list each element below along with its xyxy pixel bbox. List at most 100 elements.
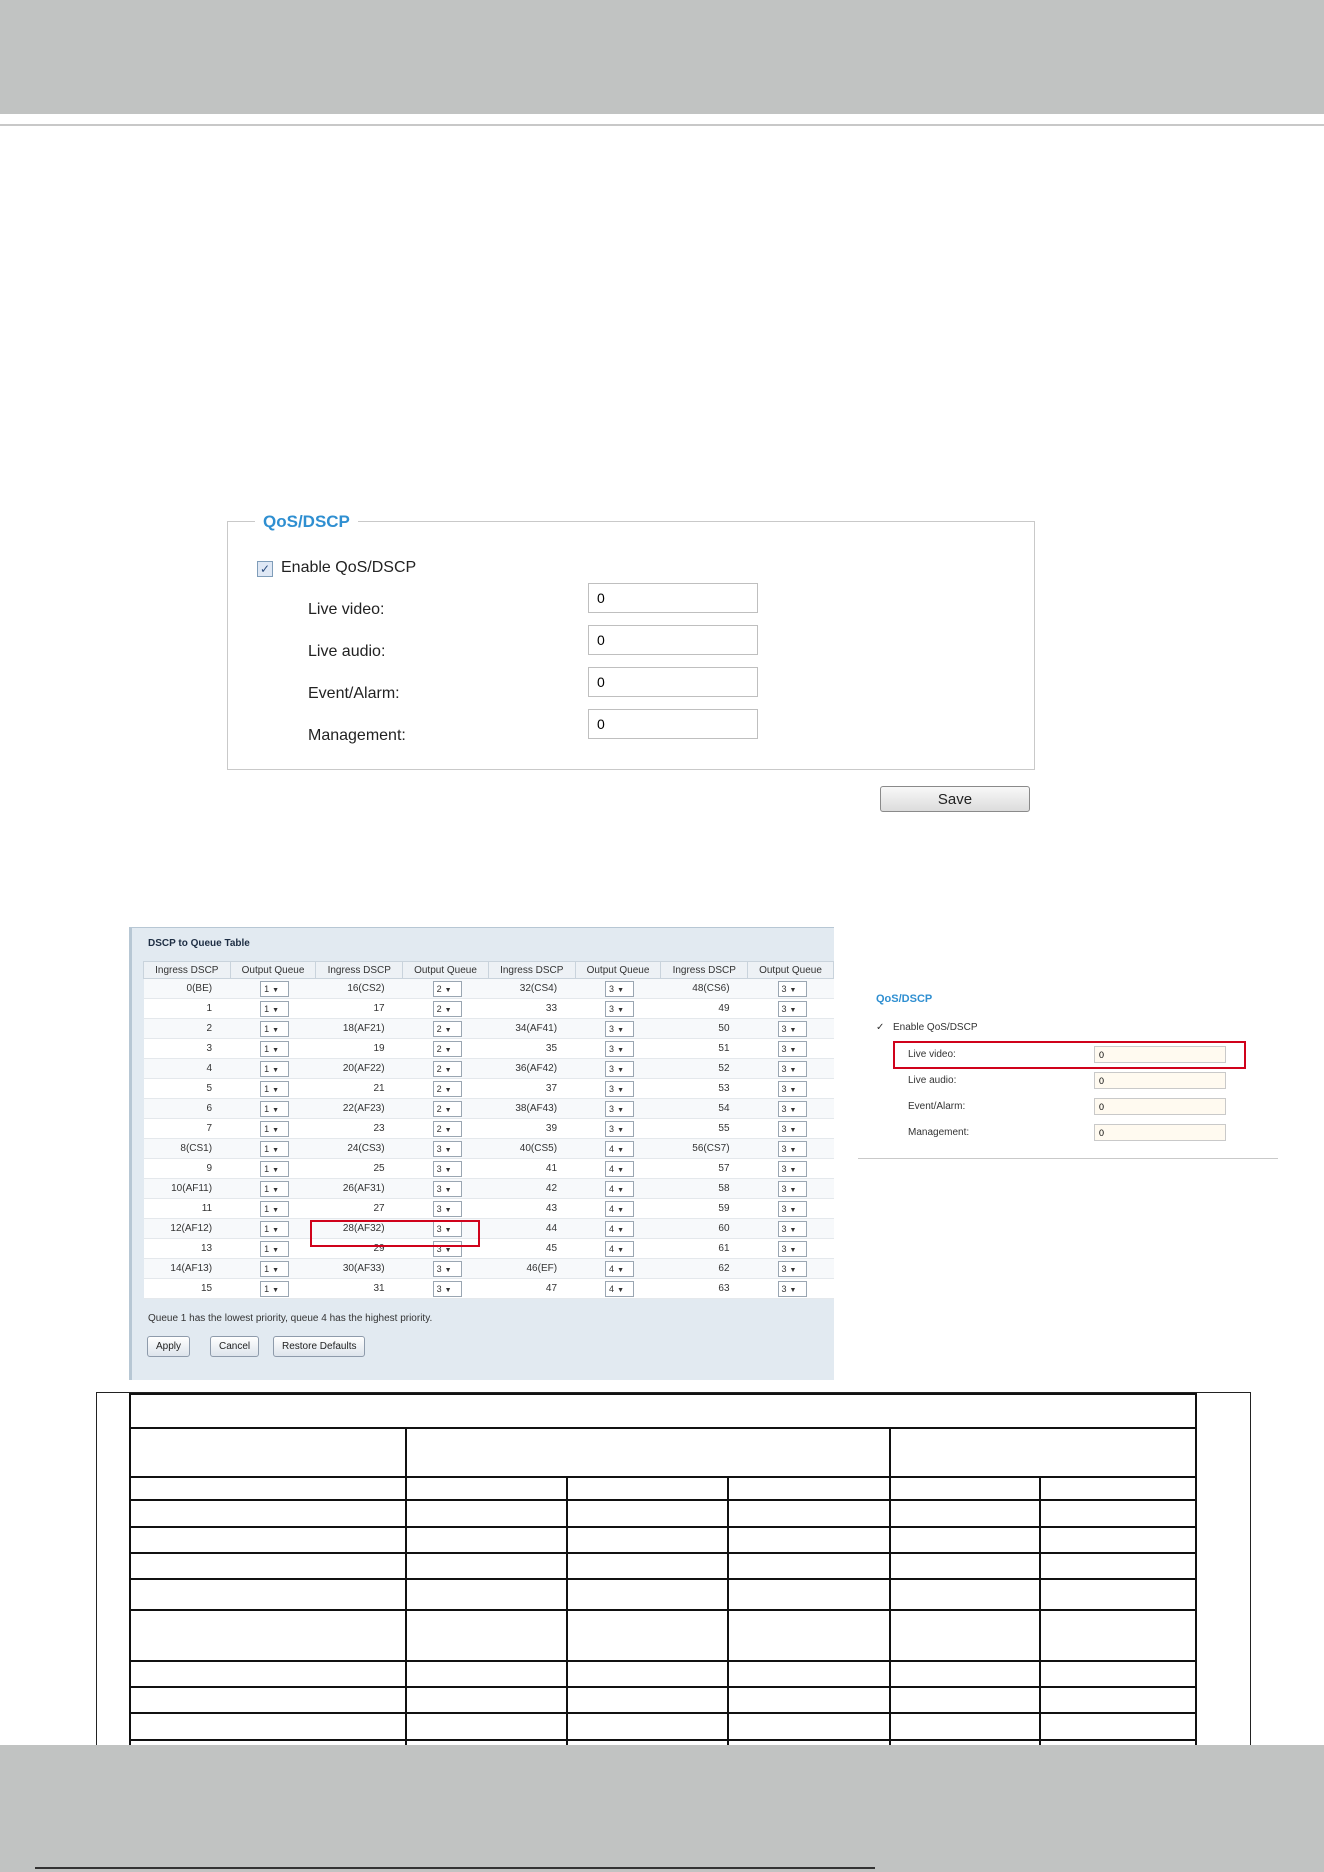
output-queue-select[interactable]: 1 ▼ (260, 1080, 290, 1097)
output-queue-value: 4 (609, 1183, 615, 1194)
ingress-dscp-cell: 26(AF31) (315, 1178, 403, 1199)
output-queue-select[interactable]: 1 ▼ (260, 1180, 290, 1197)
output-queue-select[interactable]: 3 ▼ (777, 1160, 807, 1177)
output-queue-select[interactable]: 3 ▼ (777, 1220, 807, 1237)
mini-management-input[interactable] (1094, 1124, 1226, 1141)
mini-event-alarm-input[interactable] (1094, 1098, 1226, 1115)
dropdown-arrow-icon: ▼ (272, 1266, 280, 1274)
output-queue-select[interactable]: 4 ▼ (605, 1180, 635, 1197)
output-queue-select[interactable]: 3 ▼ (777, 980, 807, 997)
output-queue-cell: 4 ▼ (575, 1138, 661, 1159)
output-queue-value: 3 (781, 1163, 787, 1174)
output-queue-select[interactable]: 2 ▼ (432, 1120, 462, 1137)
ingress-dscp-cell: 13 (143, 1238, 231, 1259)
ingress-dscp-cell: 59 (660, 1198, 748, 1219)
output-queue-select[interactable]: 4 ▼ (605, 1160, 635, 1177)
output-queue-select[interactable]: 1 ▼ (260, 1000, 290, 1017)
dropdown-arrow-icon: ▼ (789, 1246, 797, 1254)
output-queue-select[interactable]: 2 ▼ (432, 980, 462, 997)
output-queue-select[interactable]: 1 ▼ (260, 1220, 290, 1237)
dropdown-arrow-icon: ▼ (444, 1106, 452, 1114)
enable-qos-checkbox[interactable]: ✓ (257, 561, 273, 577)
dropdown-arrow-icon: ▼ (444, 986, 452, 994)
dscp-row: 14(AF13) 1 ▼ 30(AF33) 3 ▼ 46(EF) 4 ▼ 62 3 ▼ (143, 1258, 834, 1279)
output-queue-select[interactable]: 1 ▼ (260, 980, 290, 997)
output-queue-value: 2 (436, 983, 442, 994)
output-queue-select[interactable]: 3 ▼ (777, 1000, 807, 1017)
output-queue-select[interactable]: 4 ▼ (605, 1240, 635, 1257)
output-queue-select[interactable]: 3 ▼ (777, 1280, 807, 1297)
output-queue-select[interactable]: 3 ▼ (605, 1080, 635, 1097)
output-queue-value: 1 (264, 1223, 270, 1234)
output-queue-select[interactable]: 2 ▼ (432, 1000, 462, 1017)
highlight-box-af32 (310, 1220, 480, 1247)
output-queue-select[interactable]: 3 ▼ (777, 1080, 807, 1097)
output-queue-select[interactable]: 3 ▼ (777, 1240, 807, 1257)
output-queue-select[interactable]: 1 ▼ (260, 1280, 290, 1297)
table-cell (129, 1392, 1197, 1430)
output-queue-select[interactable]: 3 ▼ (777, 1140, 807, 1157)
output-queue-select[interactable]: 3 ▼ (432, 1160, 462, 1177)
restore-defaults-button[interactable]: Restore Defaults (273, 1336, 366, 1357)
output-queue-select[interactable]: 3 ▼ (432, 1260, 462, 1277)
management-input[interactable] (588, 709, 758, 739)
output-queue-select[interactable]: 3 ▼ (605, 1120, 635, 1137)
output-queue-select[interactable]: 4 ▼ (605, 1220, 635, 1237)
output-queue-select[interactable]: 1 ▼ (260, 1100, 290, 1117)
output-queue-select[interactable]: 3 ▼ (432, 1140, 462, 1157)
output-queue-select[interactable]: 3 ▼ (432, 1180, 462, 1197)
output-queue-select[interactable]: 2 ▼ (432, 1040, 462, 1057)
live-video-label: Live video: (308, 601, 385, 618)
ingress-dscp-cell: 27 (315, 1198, 403, 1219)
output-queue-select[interactable]: 2 ▼ (432, 1060, 462, 1077)
mini-live-audio-input[interactable] (1094, 1072, 1226, 1089)
output-queue-cell: 2 ▼ (402, 998, 489, 1019)
output-queue-select[interactable]: 1 ▼ (260, 1060, 290, 1077)
output-queue-select[interactable]: 3 ▼ (777, 1040, 807, 1057)
output-queue-cell: 3 ▼ (747, 1218, 834, 1239)
cancel-button[interactable]: Cancel (210, 1336, 260, 1357)
output-queue-select[interactable]: 4 ▼ (605, 1260, 635, 1277)
output-queue-select[interactable]: 3 ▼ (777, 1020, 807, 1037)
ingress-dscp-cell: 21 (315, 1078, 403, 1099)
output-queue-select[interactable]: 3 ▼ (605, 1100, 635, 1117)
ingress-dscp-cell: 60 (660, 1218, 748, 1239)
output-queue-select[interactable]: 2 ▼ (432, 1020, 462, 1037)
output-queue-select[interactable]: 1 ▼ (260, 1040, 290, 1057)
output-queue-select[interactable]: 1 ▼ (260, 1260, 290, 1277)
apply-button[interactable]: Apply (147, 1336, 191, 1357)
output-queue-select[interactable]: 2 ▼ (432, 1100, 462, 1117)
output-queue-select[interactable]: 1 ▼ (260, 1140, 290, 1157)
output-queue-select[interactable]: 1 ▼ (260, 1120, 290, 1137)
output-queue-select[interactable]: 3 ▼ (777, 1100, 807, 1117)
output-queue-select[interactable]: 1 ▼ (260, 1160, 290, 1177)
output-queue-select[interactable]: 1 ▼ (260, 1020, 290, 1037)
output-queue-select[interactable]: 3 ▼ (605, 1060, 635, 1077)
output-queue-select[interactable]: 2 ▼ (432, 1080, 462, 1097)
save-button[interactable]: Save (880, 786, 1030, 812)
dscp-row: 7 1 ▼ 23 2 ▼ 39 3 ▼ 55 3 ▼ (143, 1118, 834, 1139)
output-queue-select[interactable]: 3 ▼ (605, 1040, 635, 1057)
event-alarm-input[interactable] (588, 667, 758, 697)
output-queue-select[interactable]: 1 ▼ (260, 1240, 290, 1257)
output-queue-select[interactable]: 3 ▼ (777, 1200, 807, 1217)
output-queue-select[interactable]: 4 ▼ (605, 1140, 635, 1157)
output-queue-select[interactable]: 3 ▼ (605, 1020, 635, 1037)
output-queue-select[interactable]: 3 ▼ (777, 1260, 807, 1277)
output-queue-select[interactable]: 3 ▼ (777, 1120, 807, 1137)
dscp-row: 8(CS1) 1 ▼ 24(CS3) 3 ▼ 40(CS5) 4 ▼ 56(CS7) 3 ▼ (143, 1138, 834, 1159)
table-row (128, 1552, 1197, 1581)
output-queue-select[interactable]: 3 ▼ (777, 1180, 807, 1197)
live-video-input[interactable] (588, 583, 758, 613)
output-queue-select[interactable]: 4 ▼ (605, 1280, 635, 1297)
live-audio-input[interactable] (588, 625, 758, 655)
output-queue-select[interactable]: 3 ▼ (605, 1000, 635, 1017)
output-queue-select[interactable]: 3 ▼ (432, 1280, 462, 1297)
output-queue-select[interactable]: 1 ▼ (260, 1200, 290, 1217)
output-queue-select[interactable]: 3 ▼ (605, 980, 635, 997)
output-queue-cell: 3 ▼ (747, 998, 834, 1019)
output-queue-select[interactable]: 3 ▼ (777, 1060, 807, 1077)
output-queue-select[interactable]: 4 ▼ (605, 1200, 635, 1217)
table-cell (405, 1525, 569, 1555)
output-queue-select[interactable]: 3 ▼ (432, 1200, 462, 1217)
